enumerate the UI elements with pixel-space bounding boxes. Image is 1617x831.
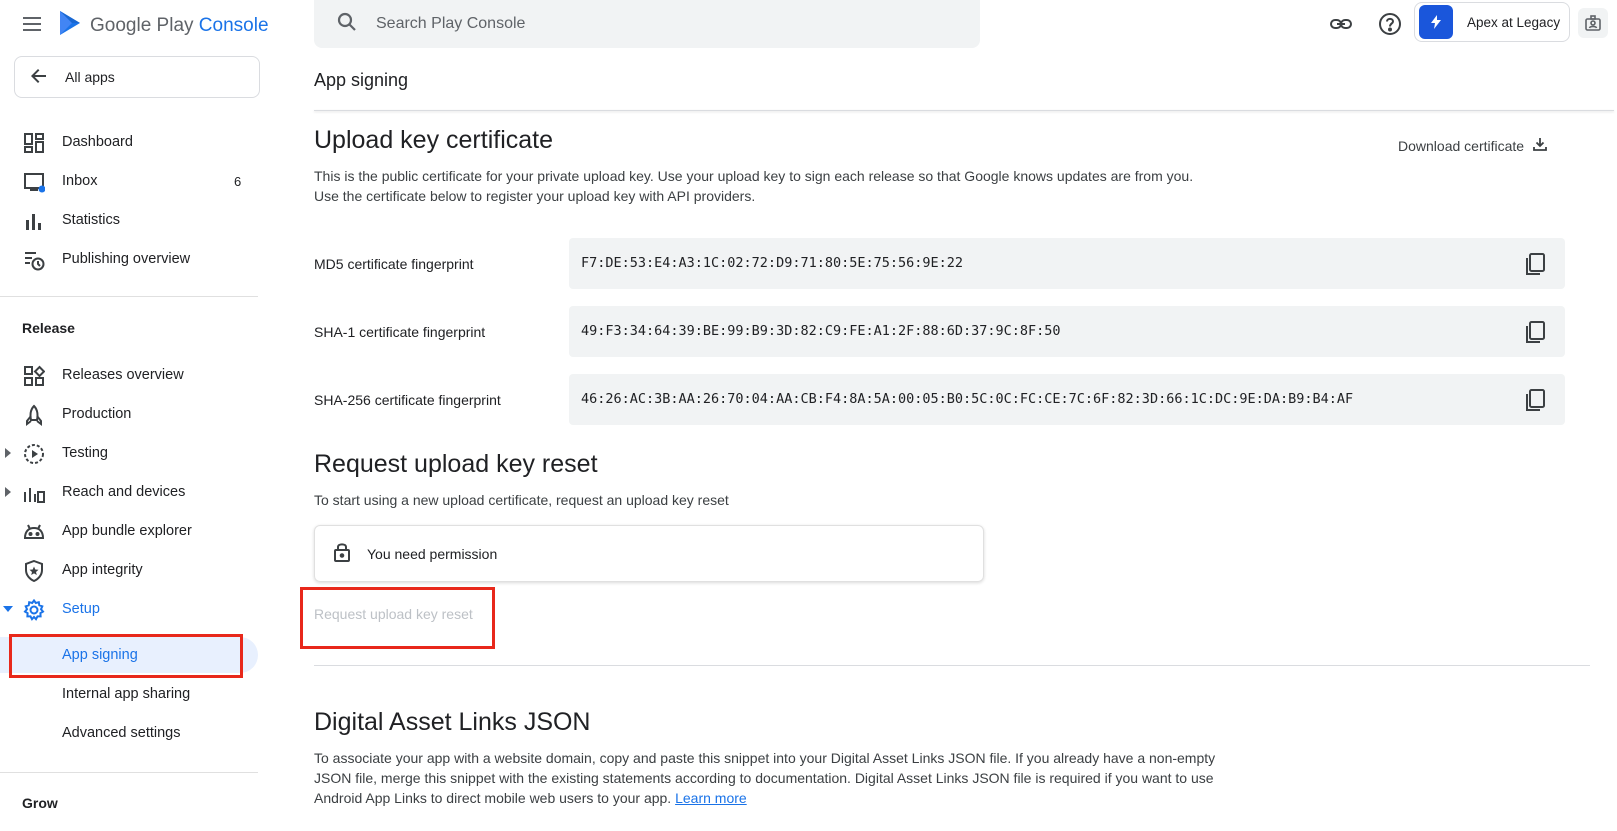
sha1-fingerprint-label: SHA-1 certificate fingerprint [314, 324, 486, 340]
learn-more-link[interactable]: Learn more [675, 790, 747, 806]
sha1-fingerprint-field: 49:F3:34:64:39:BE:99:B9:3D:82:C9:FE:A1:2… [569, 306, 1565, 357]
link-icon[interactable] [1329, 12, 1353, 36]
sidebar-divider [0, 772, 258, 773]
request-upload-key-reset-heading: Request upload key reset [314, 450, 598, 478]
sidebar-item-setup[interactable]: Setup [0, 591, 258, 627]
sidebar-item-label: Releases overview [62, 367, 184, 383]
dashboard-icon [23, 132, 45, 154]
all-apps-button[interactable]: All apps [14, 56, 260, 98]
sidebar-item-label: Advanced settings [62, 725, 181, 741]
account-switcher[interactable]: Apex at Legacy [1414, 2, 1570, 42]
menu-icon[interactable] [20, 12, 46, 36]
sha256-fingerprint-label: SHA-256 certificate fingerprint [314, 392, 501, 408]
digital-asset-links-description: To associate your app with a website dom… [314, 748, 1224, 808]
sidebar-item-reach-and-devices[interactable]: Reach and devices [0, 474, 258, 510]
sidebar-item-inbox[interactable]: Inbox 6 [0, 163, 258, 199]
download-icon [1532, 136, 1548, 155]
highlight-request-reset [300, 587, 495, 649]
sidebar-item-testing[interactable]: Testing [0, 435, 258, 471]
search-bar[interactable] [314, 0, 980, 48]
publishing-schedule-icon [23, 249, 45, 271]
upload-key-certificate-heading: Upload key certificate [314, 126, 554, 154]
request-upload-key-reset-description: To start using a new upload certificate,… [314, 492, 729, 508]
inbox-count-badge: 6 [234, 173, 242, 189]
sidebar-item-production[interactable]: Production [0, 396, 258, 432]
sidebar-item-releases-overview[interactable]: Releases overview [0, 357, 258, 393]
caret-right-icon[interactable] [3, 486, 13, 498]
logo-text-google-play: Google Play [90, 14, 194, 36]
sidebar: Google Play Console All apps Dashboard I… [0, 0, 269, 831]
developer-account-icon[interactable] [1578, 8, 1608, 38]
release-section-title: Release [22, 320, 75, 336]
help-icon[interactable] [1378, 12, 1402, 36]
digital-asset-links-heading: Digital Asset Links JSON [314, 708, 591, 736]
all-apps-label: All apps [65, 69, 115, 85]
sidebar-item-label: Setup [62, 601, 100, 617]
sidebar-item-statistics[interactable]: Statistics [0, 202, 258, 238]
digital-asset-links-text: To associate your app with a website dom… [314, 750, 1216, 806]
highlight-app-signing [9, 634, 243, 678]
sha256-fingerprint-field: 46:26:AC:3B:AA:26:70:04:AA:CB:F4:8A:5A:0… [569, 374, 1565, 425]
logo-text-console: Console [198, 14, 269, 36]
search-input[interactable] [376, 15, 936, 33]
upload-key-certificate-description: This is the public certificate for your … [314, 168, 1194, 204]
sidebar-item-advanced-settings[interactable]: Advanced settings [0, 715, 258, 751]
gear-icon [23, 598, 45, 621]
rocket-icon [23, 404, 45, 426]
download-certificate-button[interactable]: Download certificate [1398, 136, 1548, 155]
sidebar-item-label: Statistics [62, 212, 121, 228]
page-title-divider [314, 110, 1614, 111]
android-icon [23, 521, 45, 543]
sidebar-item-label: Publishing overview [62, 251, 191, 267]
play-console-logo[interactable]: Google Play Console [58, 10, 269, 41]
sidebar-item-label: Internal app sharing [62, 686, 191, 702]
sha256-fingerprint-value[interactable]: 46:26:AC:3B:AA:26:70:04:AA:CB:F4:8A:5A:0… [581, 391, 1353, 407]
copy-icon[interactable] [1522, 319, 1548, 345]
arrow-back-icon [29, 66, 49, 89]
md5-fingerprint-field: F7:DE:53:E4:A3:1C:02:72:D9:71:80:5E:75:5… [569, 238, 1565, 289]
md5-fingerprint-value[interactable]: F7:DE:53:E4:A3:1C:02:72:D9:71:80:5E:75:5… [581, 255, 963, 271]
copy-icon[interactable] [1522, 387, 1548, 413]
reach-devices-icon [23, 482, 45, 504]
sidebar-item-label: App integrity [62, 562, 143, 578]
avatar [1419, 5, 1453, 39]
permission-text: You need permission [367, 545, 498, 562]
sidebar-item-label: App bundle explorer [62, 523, 192, 539]
sidebar-item-publishing-overview[interactable]: Publishing overview [0, 241, 258, 277]
sidebar-item-internal-app-sharing[interactable]: Internal app sharing [0, 676, 258, 712]
sidebar-item-label: Testing [62, 445, 108, 461]
search-icon [336, 11, 358, 38]
sidebar-item-dashboard[interactable]: Dashboard [0, 124, 258, 160]
testing-icon [23, 443, 45, 465]
bar-chart-icon [23, 210, 45, 232]
sidebar-item-label: Production [62, 406, 132, 422]
logo-text: Google Play Console [90, 15, 269, 37]
account-name: Apex at Legacy [1467, 14, 1561, 30]
sidebar-item-app-integrity[interactable]: App integrity [0, 552, 258, 588]
lock-icon [331, 541, 353, 566]
sidebar-item-label: Inbox [62, 173, 98, 189]
caret-right-icon[interactable] [3, 447, 13, 459]
permission-notice: You need permission [314, 525, 984, 582]
sidebar-item-label: Dashboard [62, 134, 133, 150]
inbox-icon [23, 171, 46, 193]
download-certificate-label: Download certificate [1398, 137, 1525, 154]
section-divider [314, 665, 1590, 666]
shield-star-icon [23, 559, 45, 583]
md5-fingerprint-label: MD5 certificate fingerprint [314, 256, 474, 272]
play-logo-icon [58, 10, 82, 41]
caret-down-icon[interactable] [3, 603, 13, 615]
sha1-fingerprint-value[interactable]: 49:F3:34:64:39:BE:99:B9:3D:82:C9:FE:A1:2… [581, 323, 1061, 339]
page-title: App signing [314, 70, 409, 90]
sidebar-item-label: Reach and devices [62, 484, 186, 500]
copy-icon[interactable] [1522, 251, 1548, 277]
sidebar-item-app-bundle-explorer[interactable]: App bundle explorer [0, 513, 258, 549]
releases-overview-icon [23, 365, 46, 387]
sidebar-divider [0, 296, 258, 297]
grow-section-title: Grow [22, 795, 58, 811]
